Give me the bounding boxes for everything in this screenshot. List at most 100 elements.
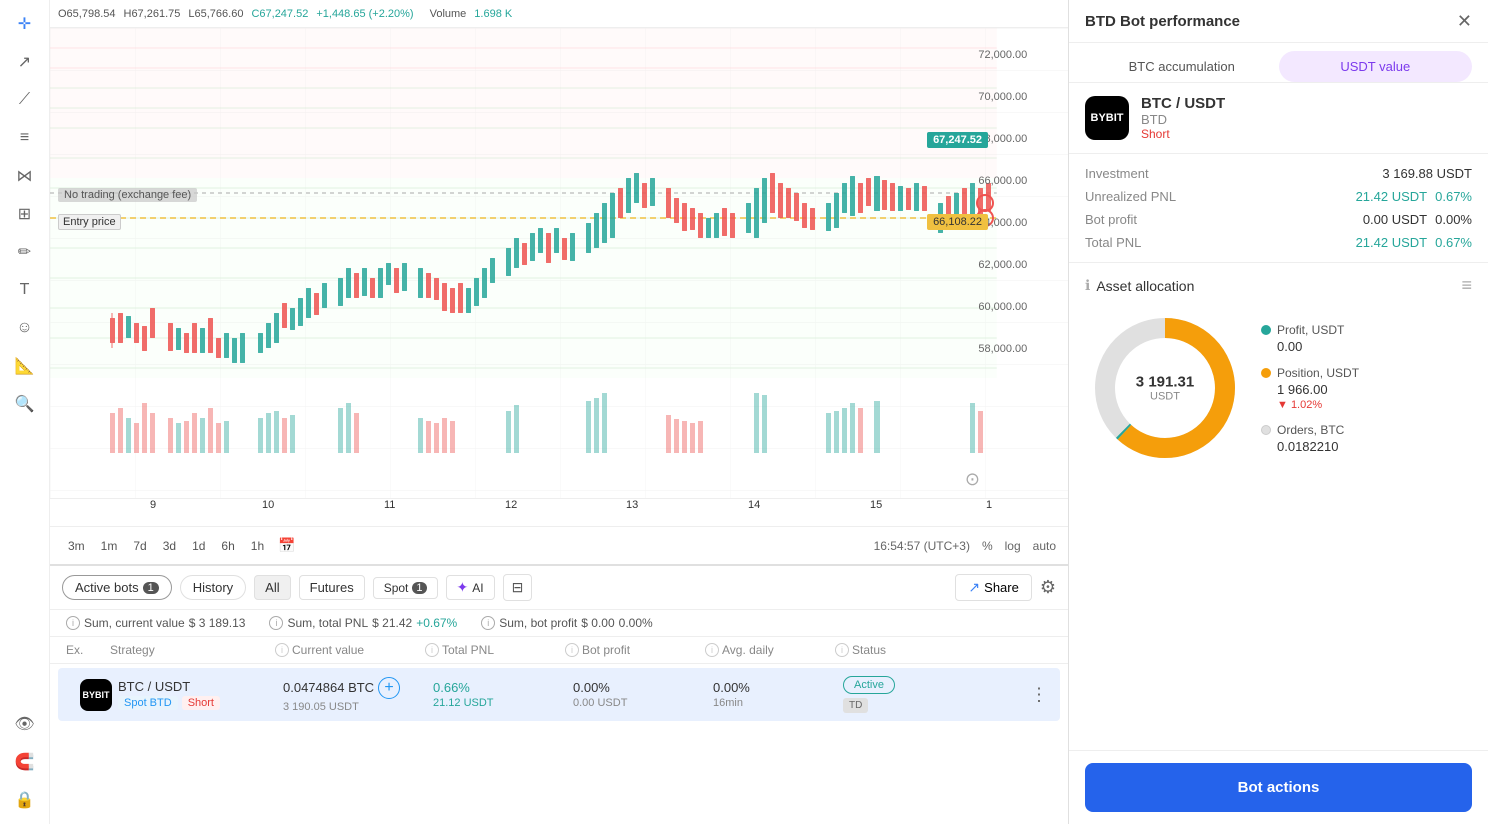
x-label-11: 11 xyxy=(384,499,395,511)
entry-price-badge: 66,108.22 xyxy=(927,214,988,230)
ohlc-close: C67,247.52 xyxy=(251,8,308,20)
donut-center: 3 191.31 USDT xyxy=(1136,374,1194,403)
total-pnl-pct: 0.66% xyxy=(433,680,573,695)
more-options-button[interactable]: ⋮ xyxy=(1030,684,1048,705)
x-label-13: 13 xyxy=(626,499,638,511)
info-icon-cv[interactable]: i xyxy=(275,643,289,657)
history-tab[interactable]: History xyxy=(180,575,246,600)
volume-label: Volume xyxy=(430,8,467,20)
info-icon-bp[interactable]: i xyxy=(565,643,579,657)
fork-icon[interactable]: ⋈ xyxy=(9,160,41,192)
investment-value: 3 169.88 USDT xyxy=(1382,166,1472,181)
legend-position-value: 1 966.00 xyxy=(1277,382,1359,397)
active-bots-tab[interactable]: Active bots 1 xyxy=(62,575,172,600)
time-6h[interactable]: 6h xyxy=(215,535,240,556)
pencil-icon[interactable]: ✏ xyxy=(9,236,41,268)
asset-alloc-title: ℹ Asset allocation xyxy=(1085,277,1194,294)
bot-profit-pct: 0.00% xyxy=(573,680,713,695)
status-cell: Active TD xyxy=(843,676,1044,713)
cursor-icon[interactable]: ↗ xyxy=(9,46,41,78)
info-icon-tp[interactable]: i xyxy=(425,643,439,657)
legend-profit-label: Profit, USDT xyxy=(1261,323,1359,337)
legend-profit-value: 0.00 xyxy=(1277,339,1359,354)
zoom-icon[interactable]: 🔍 xyxy=(9,388,41,420)
x-label-15: 15 xyxy=(870,499,882,511)
share-button[interactable]: ↗ Share xyxy=(955,574,1031,601)
current-value-cell: 0.0474864 BTC + 3 190.05 USDT xyxy=(283,677,433,713)
info-icon-ad[interactable]: i xyxy=(705,643,719,657)
bot-short-display: Short xyxy=(1141,127,1225,141)
time-1h[interactable]: 1h xyxy=(245,535,270,556)
auto-control[interactable]: auto xyxy=(1033,539,1056,553)
settings-icon[interactable]: ⚙ xyxy=(1040,577,1056,598)
strategy-cell: BTC / USDT Spot BTD Short xyxy=(118,679,283,710)
price-58000: 58,000.00 xyxy=(978,343,1027,355)
price-62000: 62,000.00 xyxy=(978,259,1027,271)
eye-icon[interactable]: 👁 xyxy=(9,708,41,740)
spot-filter[interactable]: Spot 1 xyxy=(373,577,438,599)
total-pnl-value-right: 21.42 USDT xyxy=(1356,235,1428,250)
pattern-icon[interactable]: ⊞ xyxy=(9,198,41,230)
bot-profit-pct-right: 0.00% xyxy=(1435,212,1472,227)
time-buttons: 3m 1m 7d 3d 1d 6h 1h 📅 xyxy=(62,535,300,556)
add-button[interactable]: + xyxy=(378,677,400,699)
status-active-badge: Active xyxy=(843,676,895,694)
info-icon-2[interactable]: i xyxy=(269,616,283,630)
timestamp-display: 16:54:57 (UTC+3) xyxy=(874,539,970,553)
x-label-14: 14 xyxy=(748,499,760,511)
all-filter[interactable]: All xyxy=(254,575,290,600)
bot-actions-section: Bot actions xyxy=(1069,750,1488,824)
price-60000: 60,000.00 xyxy=(978,301,1027,313)
legend-orders: Orders, BTC 0.0182210 xyxy=(1261,423,1359,454)
x-axis: 9 10 11 12 13 14 15 1 xyxy=(50,498,1068,526)
ai-filter[interactable]: ✦ AI xyxy=(446,575,495,600)
usdt-value-tab[interactable]: USDT value xyxy=(1279,51,1473,82)
magnet-icon[interactable]: 🧲 xyxy=(9,746,41,778)
share-icon: ↗ xyxy=(968,579,980,596)
spot-badge: 1 xyxy=(412,582,426,594)
crosshair-icon[interactable]: ✛ xyxy=(9,8,41,40)
horizontal-line-icon[interactable]: ≡ xyxy=(9,122,41,154)
text-icon[interactable]: T xyxy=(9,274,41,306)
asset-allocation-section: ℹ Asset allocation ≡ xyxy=(1069,263,1488,750)
ruler-icon[interactable]: 📐 xyxy=(9,350,41,382)
calendar-icon[interactable]: 📅 xyxy=(274,535,299,556)
sum-current-value: i Sum, current value $ 3 189.13 xyxy=(66,616,245,630)
time-1m[interactable]: 1m xyxy=(95,535,124,556)
lock-icon[interactable]: 🔒 xyxy=(9,784,41,816)
chart-container: 72,000.00 70,000.00 68,000.00 66,000.00 … xyxy=(50,28,1068,498)
info-icon-3[interactable]: i xyxy=(481,616,495,630)
screenshot-icon[interactable]: ⊙ xyxy=(965,469,980,490)
info-icon-st[interactable]: i xyxy=(835,643,849,657)
percent-control[interactable]: % xyxy=(982,539,993,553)
info-icon-1[interactable]: i xyxy=(66,616,80,630)
bottom-panel: Active bots 1 History All Futures Spot 1… xyxy=(50,564,1068,824)
emoji-icon[interactable]: ☺ xyxy=(9,312,41,344)
bot-info-section: BYBIT BTC / USDT BTD Short xyxy=(1069,83,1488,154)
legend-position-label: Position, USDT xyxy=(1261,366,1359,380)
chart-controls-bar: 3m 1m 7d 3d 1d 6h 1h 📅 16:54:57 (UTC+3) … xyxy=(50,526,1068,564)
chart-type-icon[interactable]: ≡ xyxy=(1461,275,1472,296)
table-header: Ex. Strategy i Current value i Total PNL… xyxy=(50,637,1068,664)
bot-profit-cell: 0.00% 0.00 USDT xyxy=(573,680,713,709)
bot-actions-button[interactable]: Bot actions xyxy=(1085,763,1472,812)
right-chart-controls: 16:54:57 (UTC+3) % log auto xyxy=(874,539,1056,553)
volume-value: 1.698 K xyxy=(474,8,512,20)
btc-accumulation-tab[interactable]: BTC accumulation xyxy=(1085,51,1279,82)
log-control[interactable]: log xyxy=(1005,539,1021,553)
ohlc-change: +1,448.65 (+2.20%) xyxy=(316,8,413,20)
trend-line-icon[interactable]: ⟋ xyxy=(9,84,41,116)
info-icon-alloc[interactable]: ℹ xyxy=(1085,277,1090,294)
time-3m[interactable]: 3m xyxy=(62,535,91,556)
time-3d[interactable]: 3d xyxy=(157,535,182,556)
futures-filter[interactable]: Futures xyxy=(299,575,365,600)
time-7d[interactable]: 7d xyxy=(127,535,152,556)
sliders-icon[interactable]: ⊟ xyxy=(503,574,533,601)
entry-price-label: Entry price xyxy=(58,214,121,230)
bot-table-row[interactable]: BYBIT BTC / USDT Spot BTD Short 0.047486… xyxy=(58,668,1060,721)
asset-alloc-header: ℹ Asset allocation ≡ xyxy=(1085,275,1472,296)
th-avg-daily: i Avg. daily xyxy=(705,643,835,657)
bot-profit-values: 0.00 USDT 0.00% xyxy=(1363,212,1472,227)
close-panel-button[interactable]: ✕ xyxy=(1457,12,1472,30)
time-1d[interactable]: 1d xyxy=(186,535,211,556)
